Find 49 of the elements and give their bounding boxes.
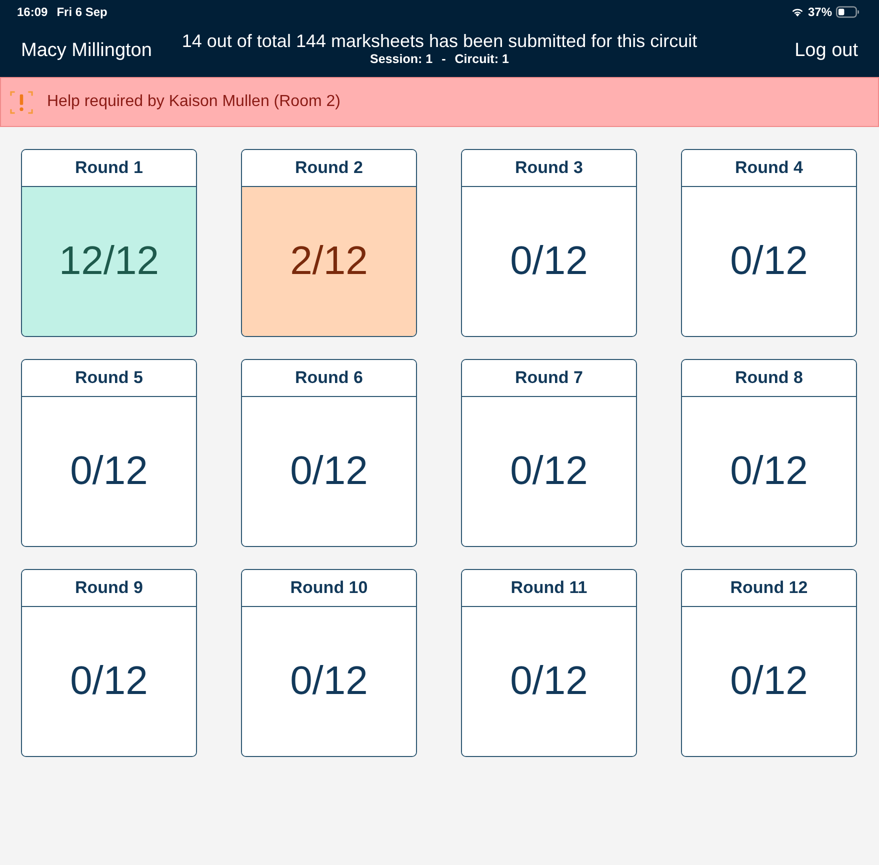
round-count: 0/12 <box>730 239 808 284</box>
round-card[interactable]: Round 12 0/12 <box>681 569 857 757</box>
round-card[interactable]: Round 1 12/12 <box>21 149 197 337</box>
alert-icon <box>10 90 33 114</box>
round-card[interactable]: Round 11 0/12 <box>461 569 637 757</box>
clock-time: 16:09 <box>17 5 48 19</box>
date: Fri 6 Sep <box>56 5 108 19</box>
round-count: 0/12 <box>290 449 368 494</box>
circuit-label: Circuit: 1 <box>454 50 509 66</box>
round-count: 0/12 <box>70 659 148 704</box>
round-count: 0/12 <box>290 659 368 704</box>
round-card[interactable]: Round 10 0/12 <box>241 569 417 757</box>
session-label: Session: 1 <box>370 50 433 66</box>
round-card[interactable]: Round 9 0/12 <box>21 569 197 757</box>
round-count: 0/12 <box>510 449 588 494</box>
round-title: Round 12 <box>730 578 808 598</box>
round-title: Round 1 <box>75 158 143 178</box>
round-title: Round 8 <box>735 368 803 388</box>
round-title: Round 6 <box>295 368 363 388</box>
wifi-icon <box>790 7 804 17</box>
round-title: Round 5 <box>75 368 143 388</box>
round-count: 0/12 <box>510 239 588 284</box>
round-count: 2/12 <box>290 239 368 284</box>
battery-icon <box>836 6 859 18</box>
round-card[interactable]: Round 4 0/12 <box>681 149 857 337</box>
round-title: Round 9 <box>75 578 143 598</box>
alert-message: Help required by Kaison Mullen (Room 2) <box>47 93 340 111</box>
round-title: Round 2 <box>295 158 363 178</box>
round-title: Round 7 <box>515 368 583 388</box>
submission-summary: 14 out of total 144 marksheets has been submitted for this circuit <box>182 30 698 50</box>
round-count: 0/12 <box>730 659 808 704</box>
round-title: Round 11 <box>510 578 588 598</box>
round-card[interactable]: Round 2 2/12 <box>241 149 417 337</box>
round-card[interactable]: Round 5 0/12 <box>21 359 197 547</box>
battery-percent: 37% <box>808 5 832 19</box>
round-card[interactable]: Round 6 0/12 <box>241 359 417 547</box>
separator-dash: - <box>442 50 446 66</box>
round-card[interactable]: Round 3 0/12 <box>461 149 637 337</box>
round-title: Round 3 <box>515 158 583 178</box>
round-title: Round 10 <box>290 578 368 598</box>
round-count: 12/12 <box>58 239 160 284</box>
round-card[interactable]: Round 8 0/12 <box>681 359 857 547</box>
user-name: Macy Millington <box>21 40 152 62</box>
round-title: Round 4 <box>735 158 803 178</box>
round-count: 0/12 <box>510 659 588 704</box>
round-card[interactable]: Round 7 0/12 <box>461 359 637 547</box>
round-count: 0/12 <box>70 449 148 494</box>
logout-button[interactable]: Log out <box>794 40 858 62</box>
round-count: 0/12 <box>730 449 808 494</box>
